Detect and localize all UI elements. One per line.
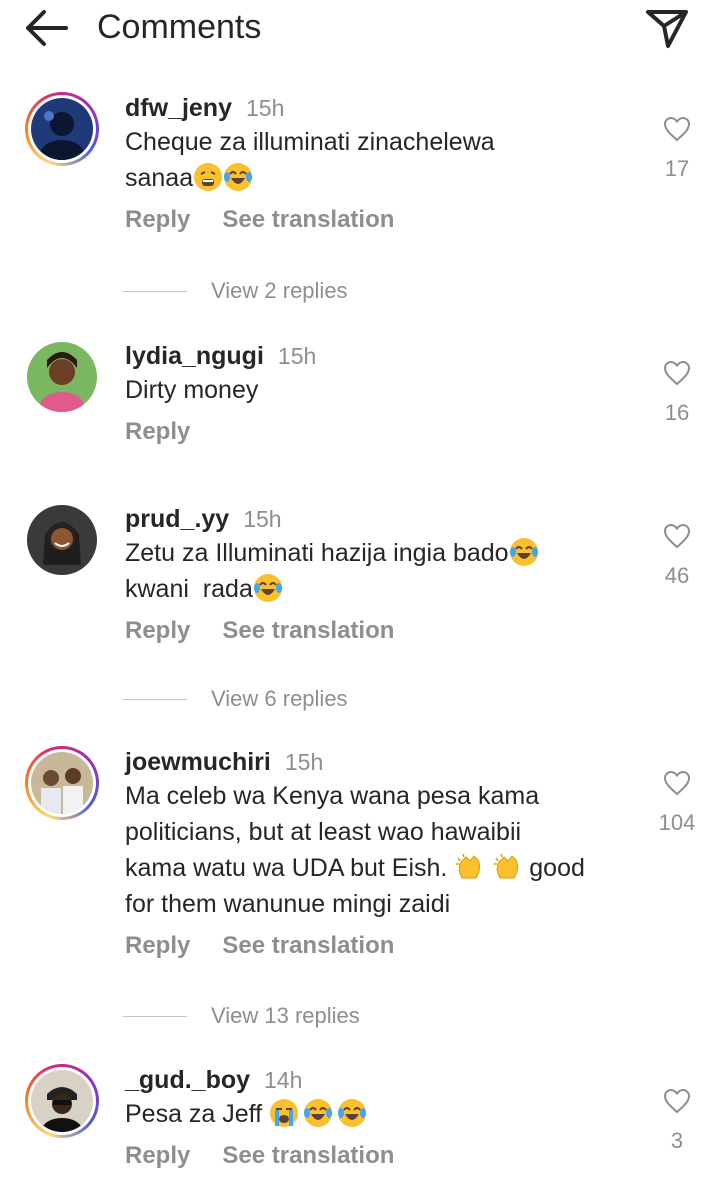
divider-line: [123, 1015, 187, 1017]
heart-icon[interactable]: [663, 360, 691, 386]
reply-button[interactable]: Reply: [125, 617, 190, 644]
reply-button[interactable]: Reply: [125, 206, 190, 233]
view-replies-label: View 2 replies: [211, 278, 348, 303]
comment-text: Zetu za Illuminati hazija ingia bado kwa…: [125, 535, 625, 607]
paper-plane-icon: [646, 10, 688, 48]
like-count: 104: [658, 810, 696, 835]
timestamp: 15h: [245, 95, 285, 121]
username[interactable]: _gud._boy: [125, 1066, 250, 1094]
tears-of-joy-emoji: [509, 538, 538, 566]
like-count: 3: [670, 1128, 684, 1153]
view-replies-label: View 13 replies: [211, 1003, 360, 1028]
view-replies-label: View 6 replies: [211, 686, 348, 711]
profile-photo: [31, 1070, 93, 1132]
see-translation-button[interactable]: See translation: [222, 932, 394, 959]
profile-photo: [27, 505, 97, 575]
reply-button[interactable]: Reply: [125, 1142, 190, 1169]
heart-icon[interactable]: [663, 1088, 691, 1114]
heart-icon[interactable]: [663, 770, 691, 796]
username[interactable]: dfw_jeny: [125, 94, 232, 122]
comment-text: Pesa za Jeff: [125, 1096, 625, 1132]
comment-text: Dirty money: [125, 372, 625, 408]
page-title: Comments: [97, 8, 262, 46]
divider-line: [123, 698, 187, 700]
see-translation-button[interactable]: See translation: [222, 617, 394, 644]
see-translation-button[interactable]: See translation: [222, 206, 394, 233]
tears-of-joy-emoji: [224, 163, 253, 191]
tears-of-joy-emoji: [338, 1099, 367, 1127]
view-replies-button[interactable]: View 6 replies: [123, 681, 348, 717]
timestamp: 15h: [284, 749, 324, 775]
reply-button[interactable]: Reply: [125, 418, 190, 445]
username[interactable]: prud_.yy: [125, 505, 229, 533]
share-button[interactable]: [640, 4, 692, 52]
tired-face-emoji: [194, 163, 223, 191]
like-count: 16: [664, 400, 690, 425]
like-count: 17: [664, 156, 690, 181]
comment-line: Dirty money: [125, 376, 259, 404]
loudly-crying-emoji: [270, 1099, 299, 1127]
comment-line: sanaa: [125, 164, 194, 192]
avatar[interactable]: [25, 340, 99, 414]
comment-text: Ma celeb wa Kenya wana pesa kama politic…: [125, 778, 625, 922]
back-button[interactable]: [20, 6, 72, 50]
clapping-hands-emoji: [494, 853, 519, 879]
reply-button[interactable]: Reply: [125, 932, 190, 959]
comment-text: Cheque za illuminati zinachelewa sanaa: [125, 124, 625, 196]
avatar[interactable]: [25, 503, 99, 577]
see-translation-button[interactable]: See translation: [222, 1142, 394, 1169]
clapping-hands-emoji: [456, 853, 481, 879]
view-replies-button[interactable]: View 13 replies: [123, 998, 360, 1034]
profile-photo: [31, 98, 93, 160]
header-bar: Comments: [0, 0, 714, 60]
timestamp: 15h: [243, 506, 282, 532]
divider-line: [123, 290, 187, 292]
comment-line: Pesa za Jeff: [125, 1100, 270, 1128]
profile-photo: [31, 752, 93, 814]
like-count: 46: [664, 563, 690, 588]
arrow-left-icon: [26, 10, 68, 46]
comment-line: Ma celeb wa Kenya wana pesa kama: [125, 782, 540, 810]
tears-of-joy-emoji: [304, 1099, 333, 1127]
comment-line: Cheque za illuminati zinachelewa: [125, 128, 495, 156]
timestamp: 15h: [277, 343, 317, 369]
comment-line: good: [522, 854, 585, 882]
username[interactable]: lydia_ngugi: [125, 342, 264, 370]
timestamp: 14h: [264, 1067, 303, 1093]
comment-line: kwani rada: [125, 575, 253, 603]
comment-line: Zetu za Illuminati hazija ingia bado: [125, 539, 509, 567]
comment-line: kama watu wa UDA but Eish.: [125, 854, 455, 882]
avatar[interactable]: [25, 1064, 99, 1138]
comment-line: for them wanunue mingi zaidi: [125, 890, 451, 918]
avatar[interactable]: [25, 92, 99, 166]
profile-photo: [27, 342, 97, 412]
heart-icon[interactable]: [663, 116, 691, 142]
view-replies-button[interactable]: View 2 replies: [123, 273, 348, 309]
avatar[interactable]: [25, 746, 99, 820]
username[interactable]: joewmuchiri: [125, 748, 271, 776]
tears-of-joy-emoji: [253, 574, 282, 602]
heart-icon[interactable]: [663, 523, 691, 549]
comment-line: politicians, but at least wao hawaibii: [125, 818, 522, 846]
